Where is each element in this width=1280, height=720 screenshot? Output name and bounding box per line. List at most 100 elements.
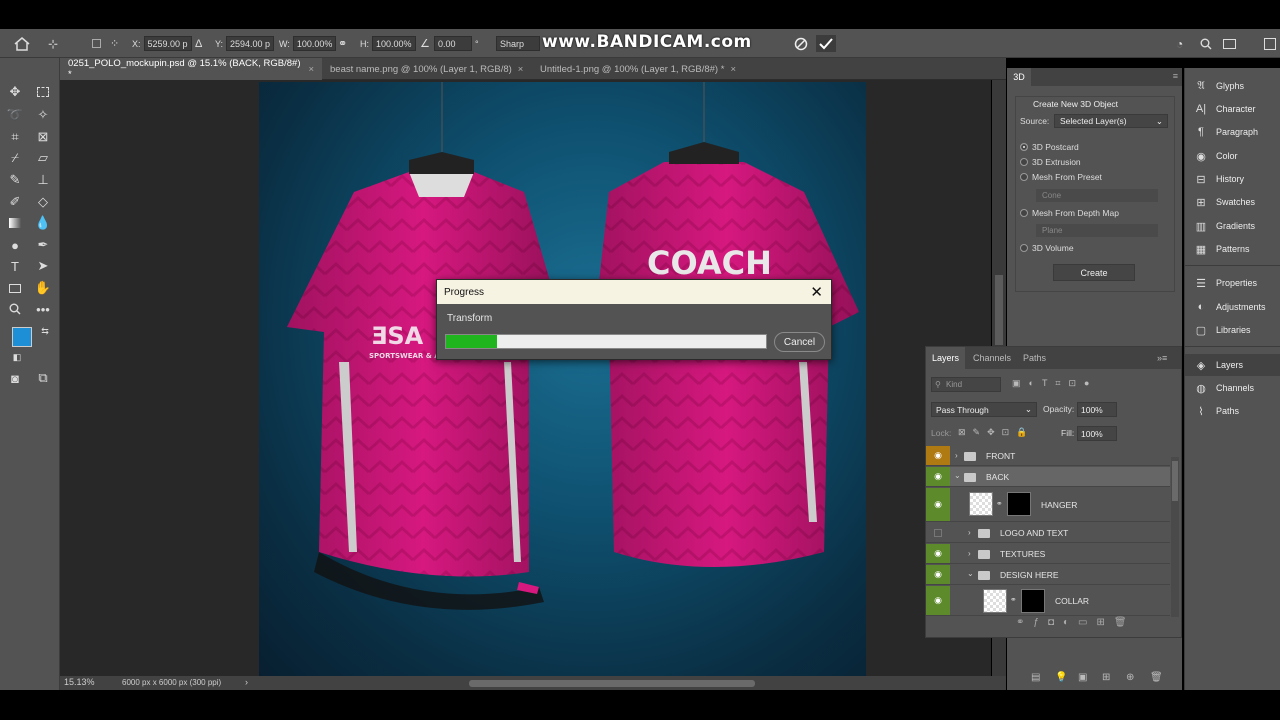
share-icon[interactable] bbox=[1264, 35, 1276, 52]
tab-beast-name[interactable]: beast name.png @ 100% (Layer 1, RGB/8) × bbox=[322, 58, 532, 80]
crop-tool-icon[interactable]: ⌗ bbox=[6, 128, 24, 146]
home-icon[interactable] bbox=[14, 35, 30, 52]
layer-row-front[interactable]: ◉ › FRONT bbox=[926, 446, 1170, 466]
pen-tool-icon[interactable]: ✒ bbox=[34, 236, 52, 254]
magic-wand-tool-icon[interactable]: ✧ bbox=[34, 106, 52, 124]
panel-character[interactable]: A| Character bbox=[1185, 98, 1280, 120]
workspace-icon[interactable] bbox=[1223, 35, 1236, 52]
radio-mesh-from-preset[interactable]: Mesh From Preset bbox=[1020, 172, 1102, 182]
dodge-tool-icon[interactable]: ● bbox=[6, 236, 24, 254]
tab-3d[interactable]: 3D bbox=[1007, 68, 1031, 86]
visibility-eye-icon[interactable]: ◉ bbox=[926, 467, 950, 486]
tab-paths[interactable]: Paths bbox=[1017, 347, 1052, 369]
panel-history[interactable]: ⊟ History bbox=[1185, 168, 1280, 190]
tab-channels[interactable]: Channels bbox=[967, 347, 1017, 369]
radio-mesh-from-depth-map[interactable]: Mesh From Depth Map bbox=[1020, 208, 1119, 218]
help-icon[interactable]: ◔ bbox=[1176, 35, 1183, 52]
light-icon[interactable]: 💡 bbox=[1055, 672, 1067, 683]
default-colors-icon[interactable]: ◧ bbox=[8, 348, 26, 366]
chevron-right-icon[interactable]: › bbox=[968, 549, 971, 558]
cancel-transform-icon[interactable] bbox=[794, 35, 808, 52]
eyedropper-tool-icon[interactable]: ⌿ bbox=[6, 149, 24, 167]
fill-input[interactable]: 100% bbox=[1077, 426, 1117, 441]
layer-row-collar[interactable]: ◉ ⚭ COLLAR bbox=[926, 586, 1170, 616]
visibility-eye-icon[interactable]: ◉ bbox=[926, 544, 950, 563]
opacity-input[interactable]: 100% bbox=[1077, 402, 1117, 417]
quick-mask-icon[interactable]: ◙ bbox=[6, 369, 24, 387]
panel-menu-icon[interactable]: ≡ bbox=[1173, 71, 1178, 81]
search-icon[interactable] bbox=[1200, 35, 1212, 52]
marquee-tool-icon[interactable] bbox=[34, 83, 52, 101]
tab-layers[interactable]: Layers bbox=[926, 347, 966, 369]
panel-paths[interactable]: ⌇ Paths bbox=[1185, 400, 1280, 422]
panel-channels[interactable]: ◍ Channels bbox=[1185, 377, 1280, 399]
angle-input[interactable]: 0.00 bbox=[434, 36, 472, 51]
chevron-right-icon[interactable]: › bbox=[955, 451, 958, 460]
radio-3d-postcard[interactable]: 3D Postcard bbox=[1020, 142, 1079, 152]
filter-icons[interactable]: ▣◐T⌗⊡● bbox=[1012, 378, 1097, 389]
tab-close-icon[interactable]: × bbox=[730, 64, 736, 75]
chevron-down-icon[interactable]: ⌄ bbox=[954, 471, 961, 480]
tab-polo-mockup[interactable]: 0251_POLO_mockupin.psd @ 15.1% (BACK, RG… bbox=[60, 58, 322, 80]
history-brush-tool-icon[interactable]: ✐ bbox=[6, 193, 24, 211]
layer-row-design-here[interactable]: ◉ ⌄ DESIGN HERE bbox=[926, 565, 1170, 585]
panel-gradients[interactable]: ▥ Gradients bbox=[1185, 215, 1280, 237]
eraser-tool-icon[interactable]: ◇ bbox=[34, 193, 52, 211]
visibility-eye-icon[interactable]: ◉ bbox=[926, 488, 950, 521]
rectangle-tool-icon[interactable] bbox=[6, 279, 24, 297]
panel-libraries[interactable]: ▢ Libraries bbox=[1185, 319, 1280, 341]
radio-3d-extrusion[interactable]: 3D Extrusion bbox=[1020, 157, 1081, 167]
visibility-eye-icon[interactable]: ◉ bbox=[926, 446, 950, 465]
link-icon[interactable]: ⚭ bbox=[338, 35, 347, 52]
visibility-off-icon[interactable] bbox=[926, 523, 950, 542]
chevron-down-icon[interactable]: ⌄ bbox=[967, 569, 974, 578]
visibility-eye-icon[interactable]: ◉ bbox=[926, 565, 950, 584]
interpolation-select[interactable]: Sharp bbox=[496, 36, 540, 51]
delta-icon[interactable]: Δ bbox=[195, 35, 202, 52]
y-input[interactable]: 2594.00 p bbox=[226, 36, 275, 51]
reference-point-checkbox[interactable] bbox=[92, 35, 101, 52]
x-input[interactable]: 5259.00 p bbox=[143, 36, 192, 51]
layers-footer-icons[interactable]: ⚭ƒ◘◐▭⊞🗑 bbox=[1016, 617, 1136, 628]
hand-tool-icon[interactable]: ✋ bbox=[34, 279, 52, 297]
document-canvas[interactable]: ƎSA SPORTSWEAR & A COACH bbox=[259, 82, 866, 676]
tab-close-icon[interactable]: × bbox=[518, 64, 524, 75]
width-input[interactable]: 100.00% bbox=[292, 36, 337, 51]
status-arrow[interactable]: › bbox=[245, 677, 248, 687]
swap-colors-icon[interactable]: ⇆ bbox=[36, 322, 54, 340]
panel-layers[interactable]: ◈ Layers bbox=[1185, 354, 1280, 376]
cancel-button[interactable]: Cancel bbox=[774, 332, 825, 352]
visibility-eye-icon[interactable]: ◉ bbox=[926, 586, 950, 615]
blur-tool-icon[interactable]: 💧 bbox=[34, 214, 52, 232]
more-tools-icon[interactable]: ••• bbox=[34, 300, 52, 318]
tab-untitled[interactable]: Untitled-1.png @ 100% (Layer 1, RGB/8#) … bbox=[532, 58, 744, 80]
radio-3d-volume[interactable]: 3D Volume bbox=[1020, 243, 1074, 253]
panel-adjustments[interactable]: ◐ Adjustments bbox=[1185, 296, 1280, 318]
type-tool-icon[interactable]: T bbox=[6, 257, 24, 275]
zoom-tool-icon[interactable] bbox=[6, 300, 24, 318]
close-icon[interactable]: ✕ bbox=[810, 283, 823, 301]
horizontal-scroll-thumb[interactable] bbox=[469, 680, 755, 687]
frame-tool-icon[interactable]: ⊠ bbox=[34, 128, 52, 146]
move-tool-icon[interactable]: ⊹ bbox=[48, 35, 58, 52]
commit-transform-icon[interactable] bbox=[816, 35, 836, 52]
lasso-tool-icon[interactable]: ➰ bbox=[6, 106, 24, 124]
screen-mode-icon[interactable]: ⧉ bbox=[34, 369, 52, 387]
add-icon[interactable]: ⊞ bbox=[1102, 672, 1110, 683]
panel-glyphs[interactable]: 𝔄 Glyphs bbox=[1185, 75, 1280, 97]
kind-filter[interactable]: ⚲ Kind bbox=[931, 377, 1001, 392]
panel-swatches[interactable]: ⊞ Swatches bbox=[1185, 191, 1280, 213]
move-tool-icon[interactable]: ✥ bbox=[6, 83, 24, 101]
layer-row-textures[interactable]: ◉ › TEXTURES bbox=[926, 544, 1170, 564]
delete-icon[interactable]: ▤ bbox=[1031, 672, 1040, 683]
lock-icons[interactable]: ⊠✎✥⊡🔒 bbox=[958, 427, 1034, 438]
layers-scrollbar[interactable] bbox=[1171, 457, 1179, 617]
layer-row-back[interactable]: ◉ ⌄ BACK bbox=[926, 467, 1170, 487]
render-icon[interactable]: ▣ bbox=[1078, 672, 1087, 683]
tab-close-icon[interactable]: × bbox=[308, 64, 314, 75]
gradient-tool-icon[interactable] bbox=[6, 214, 24, 232]
height-input[interactable]: 100.00% bbox=[372, 36, 416, 51]
blend-mode-select[interactable]: Pass Through ⌄ bbox=[931, 402, 1037, 417]
scroll-thumb[interactable] bbox=[1172, 461, 1178, 501]
trash-icon[interactable]: 🗑 bbox=[1150, 672, 1163, 683]
